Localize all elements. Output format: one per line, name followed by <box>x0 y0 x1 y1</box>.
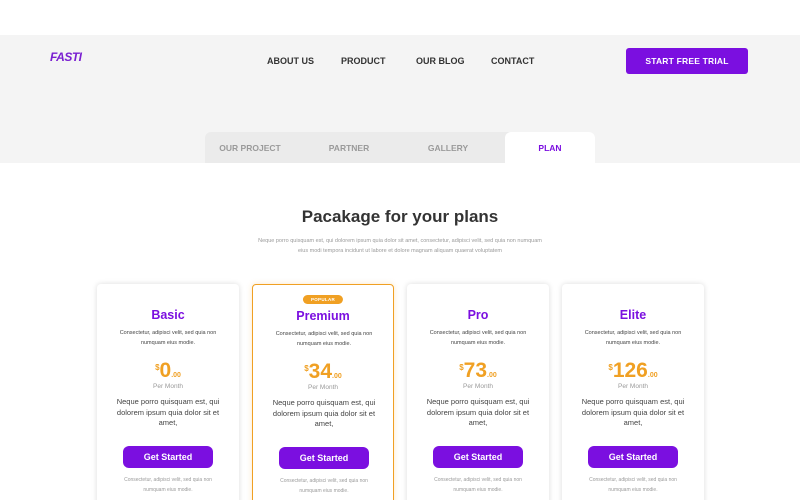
section-title: Pacakage for your plans <box>301 207 499 226</box>
price-amount: 73 <box>463 359 488 382</box>
price-cents: .00 <box>487 372 497 379</box>
plan-description: Consectetur, adipisci velit, sed quia no… <box>584 330 682 346</box>
tab-partner[interactable]: PARTNER <box>304 132 394 163</box>
price-amount: 126 <box>612 359 648 382</box>
plan-card-pro: Pro Consectetur, adipisci velit, sed qui… <box>407 284 549 500</box>
plan-description: Consectetur, adipisci velit, sed quia no… <box>275 331 373 347</box>
plan-description: Consectetur, adipisci velit, sed quia no… <box>429 330 527 346</box>
price-period: Per Month <box>463 383 493 390</box>
plan-features: Neque porro quisquam est, qui dolorem ip… <box>116 397 220 427</box>
plan-features: Neque porro quisquam est, qui dolorem ip… <box>272 398 376 428</box>
popular-badge: POPULAR <box>302 295 344 304</box>
plan-card-premium: POPULAR Premium Consectetur, adipisci ve… <box>252 284 394 500</box>
brand-logo[interactable]: FASTI <box>50 50 82 64</box>
price-period: Per Month <box>153 383 183 390</box>
price-cents: .00 <box>171 372 181 379</box>
plan-footnote: Consectetur, adipisci velit, sed quia no… <box>434 477 522 493</box>
plan-price: $ 0 .00 <box>97 360 239 382</box>
get-started-button[interactable]: Get Started <box>279 447 369 469</box>
price-period: Per Month <box>308 384 338 391</box>
price-amount: 0 <box>159 359 172 382</box>
start-free-trial-button[interactable]: START FREE TRIAL <box>626 48 748 74</box>
get-started-button[interactable]: Get Started <box>123 446 213 468</box>
plan-card-basic: Basic Consectetur, adipisci velit, sed q… <box>97 284 239 500</box>
nav-about-us[interactable]: ABOUT US <box>267 56 314 66</box>
section-subtitle: Neque porro quisquam est, qui dolorem ip… <box>258 238 542 254</box>
section-tabs: OUR PROJECT PARTNER GALLERY PLAN <box>205 132 595 163</box>
plan-price: $ 126 .00 <box>562 360 704 382</box>
nav-our-blog[interactable]: OUR BLOG <box>416 56 465 66</box>
plan-description: Consectetur, adipisci velit, sed quia no… <box>119 330 217 346</box>
plan-name: Pro <box>467 308 489 322</box>
plan-name: Premium <box>296 309 350 323</box>
tab-our-project[interactable]: OUR PROJECT <box>205 132 295 163</box>
plan-price: $ 73 .00 <box>407 360 549 382</box>
tab-plan[interactable]: PLAN <box>505 132 595 163</box>
pricing-page: FASTI ABOUT US PRODUCT OUR BLOG CONTACT … <box>0 0 800 500</box>
plan-footnote: Consectetur, adipisci velit, sed quia no… <box>124 477 212 493</box>
get-started-button[interactable]: Get Started <box>433 446 523 468</box>
nav-product[interactable]: PRODUCT <box>341 56 386 66</box>
price-cents: .00 <box>647 372 658 379</box>
plan-features: Neque porro quisquam est, qui dolorem ip… <box>581 397 685 427</box>
tab-gallery[interactable]: GALLERY <box>403 132 493 163</box>
plan-card-elite: Elite Consectetur, adipisci velit, sed q… <box>562 284 704 500</box>
price-amount: 34 <box>308 360 333 383</box>
nav-contact[interactable]: CONTACT <box>491 56 534 66</box>
plan-footnote: Consectetur, adipisci velit, sed quia no… <box>589 477 677 493</box>
price-period: Per Month <box>618 383 648 390</box>
plan-footnote: Consectetur, adipisci velit, sed quia no… <box>280 478 368 494</box>
plan-price: $ 34 .00 <box>253 361 393 383</box>
plan-name: Basic <box>151 308 185 322</box>
plan-name: Elite <box>619 308 647 322</box>
get-started-button[interactable]: Get Started <box>588 446 678 468</box>
price-cents: .00 <box>332 373 342 380</box>
plan-features: Neque porro quisquam est, qui dolorem ip… <box>426 397 530 427</box>
